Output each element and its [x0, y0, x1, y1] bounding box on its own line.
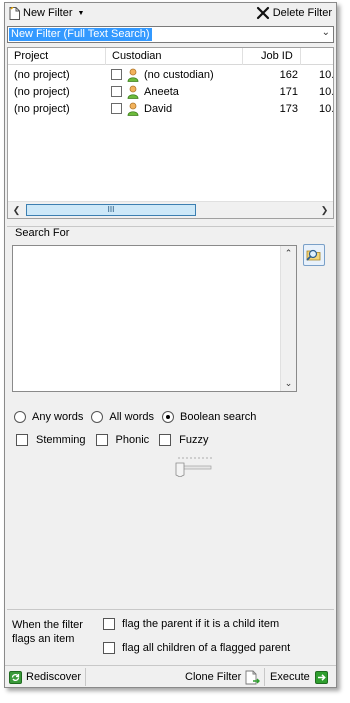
checkbox-label: flag all children of a flagged parent	[122, 642, 291, 654]
job-id-cell: 162	[279, 69, 298, 81]
person-icon	[127, 102, 139, 116]
scroll-left-icon[interactable]: ❮	[8, 202, 25, 218]
person-icon	[127, 85, 139, 99]
scroll-thumb[interactable]: III	[26, 204, 196, 216]
column-header-job-id[interactable]: Job ID	[243, 48, 301, 65]
checkbox-label: Stemming	[36, 434, 86, 446]
checkbox-label: Fuzzy	[179, 434, 209, 446]
project-cell: (no project)	[14, 86, 70, 98]
rediscover-label: Rediscover	[26, 671, 82, 683]
checkbox-label: Phonic	[115, 434, 150, 446]
search-modifiers: Stemming Phonic Fuzzy	[16, 434, 219, 446]
checkbox[interactable]	[16, 434, 28, 446]
flag-parent-option[interactable]: flag the parent if it is a child item	[103, 618, 279, 630]
radio-all-words[interactable]: All words	[91, 411, 154, 423]
chevron-down-icon[interactable]: ▼	[78, 10, 85, 17]
execute-label: Execute	[270, 671, 310, 683]
separator	[85, 668, 86, 686]
filter-select-value: New Filter (Full Text Search)	[9, 28, 152, 41]
execute-button[interactable]: Execute	[270, 666, 328, 688]
clone-filter-button[interactable]: Clone Filter	[185, 666, 261, 688]
table-row[interactable]: (no project) Aneeta 171 10.	[8, 84, 334, 101]
project-cell: (no project)	[14, 103, 70, 115]
new-document-icon	[9, 6, 20, 20]
custodian-cell: Aneeta	[144, 86, 179, 98]
new-filter-button[interactable]: New Filter ▼	[5, 3, 88, 23]
row-checkbox[interactable]	[111, 103, 122, 114]
checkbox[interactable]	[103, 618, 115, 630]
column-header-project[interactable]: Project	[8, 48, 106, 65]
fuzzy-slider[interactable]	[175, 455, 213, 477]
separator	[264, 668, 265, 686]
clone-icon	[245, 670, 261, 684]
truncated-cell: 10.	[319, 69, 334, 81]
radio-label: Boolean search	[179, 411, 257, 423]
filter-select[interactable]: New Filter (Full Text Search) ⌄	[7, 26, 334, 43]
truncated-cell: 10.	[319, 86, 334, 98]
checkbox[interactable]	[95, 434, 108, 446]
close-icon	[256, 6, 269, 20]
scroll-up-icon[interactable]: ⌃	[281, 246, 296, 261]
job-id-cell: 173	[279, 103, 298, 115]
search-folder-icon	[306, 249, 321, 261]
row-checkbox[interactable]	[111, 69, 122, 80]
radio-label: Any words	[32, 411, 84, 423]
checkbox-phonic[interactable]: Phonic	[95, 434, 150, 446]
rediscover-button[interactable]: Rediscover	[9, 666, 81, 688]
checkbox[interactable]	[103, 642, 115, 654]
radio-any-words[interactable]: Any words	[14, 411, 83, 423]
filter-panel: New Filter ▼ Delete Filter New Filter (F…	[4, 2, 337, 688]
scroll-down-icon[interactable]: ⌄	[281, 376, 296, 391]
horizontal-scrollbar[interactable]: ❮ III ❯	[8, 201, 333, 218]
refresh-icon	[9, 670, 22, 684]
checkbox-fuzzy[interactable]: Fuzzy	[159, 434, 209, 446]
delete-filter-label: Delete Filter	[272, 7, 332, 19]
table-row[interactable]: (no project) David 173 10.	[8, 101, 334, 118]
row-checkbox[interactable]	[111, 86, 122, 97]
match-mode-group: Any words All words Boolean search	[14, 411, 264, 423]
custodian-cell: (no custodian)	[144, 69, 214, 81]
radio-button[interactable]	[91, 411, 104, 423]
flag-options-label: When the filter flags an item	[12, 619, 83, 645]
search-textarea[interactable]: ⌃ ⌄	[12, 245, 297, 392]
radio-button[interactable]	[14, 411, 26, 423]
project-cell: (no project)	[14, 69, 70, 81]
radio-button[interactable]	[161, 411, 174, 423]
column-header-custodian[interactable]: Custodian	[106, 48, 243, 65]
arrow-right-icon	[314, 670, 328, 684]
flag-children-option[interactable]: flag all children of a flagged parent	[103, 642, 290, 654]
new-filter-label: New Filter	[23, 7, 73, 19]
search-for-label: Search For	[13, 227, 72, 239]
vertical-scrollbar[interactable]: ⌃ ⌄	[280, 246, 296, 391]
clone-filter-label: Clone Filter	[185, 671, 242, 683]
delete-filter-button[interactable]: Delete Filter	[252, 3, 336, 23]
truncated-cell: 10.	[319, 103, 334, 115]
checkbox-label: flag the parent if it is a child item	[122, 618, 280, 630]
radio-label: All words	[109, 411, 154, 423]
table-header: Project Custodian Job ID	[8, 48, 333, 65]
checkbox-stemming[interactable]: Stemming	[16, 434, 86, 446]
person-icon	[127, 68, 139, 82]
browse-button[interactable]	[303, 244, 325, 266]
radio-boolean-search[interactable]: Boolean search	[161, 411, 257, 423]
chevron-down-icon[interactable]: ⌄	[322, 27, 330, 38]
job-id-cell: 171	[279, 86, 298, 98]
scroll-right-icon[interactable]: ❯	[316, 202, 333, 218]
custodian-cell: David	[144, 103, 173, 115]
results-table: Project Custodian Job ID (no project) (n…	[7, 47, 334, 219]
checkbox[interactable]	[159, 434, 172, 446]
toolbar: New Filter ▼ Delete Filter	[5, 3, 336, 23]
table-row[interactable]: (no project) (no custodian) 162 10.	[8, 67, 334, 84]
bottom-toolbar: Rediscover Clone Filter Execute	[5, 665, 336, 687]
